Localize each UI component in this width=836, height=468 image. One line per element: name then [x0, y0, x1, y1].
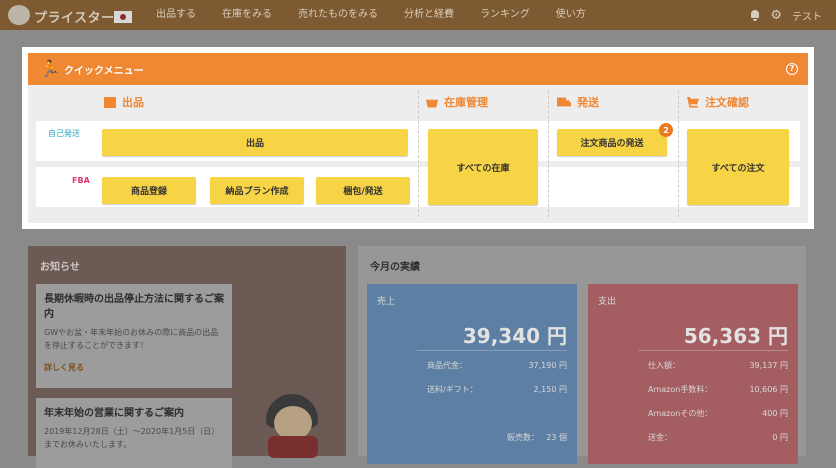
- cost-row: Amazonその他： 400 円: [648, 409, 788, 418]
- cost-row: Amazon手数料： 10,606 円: [648, 385, 788, 394]
- sales-row: 送料/ギフト： 2,150 円: [427, 385, 567, 394]
- section-listing-label: 出品: [122, 96, 144, 109]
- divider: [417, 350, 567, 351]
- nav-item-inventory[interactable]: 在庫をみる: [216, 0, 278, 30]
- news-title: お知らせ: [40, 262, 80, 273]
- cart-icon: [687, 96, 699, 108]
- user-name[interactable]: テスト: [792, 8, 822, 23]
- pack-ship-button[interactable]: 梱包/発送: [316, 177, 410, 204]
- logo-text: プライスター: [34, 11, 115, 26]
- divider: [678, 91, 679, 217]
- delivery-plan-button[interactable]: 納品プラン作成: [210, 177, 304, 204]
- news-item-title: 長期休暇時の出品停止方法に関するご案内: [44, 294, 224, 320]
- nav-item-list[interactable]: 出品する: [150, 0, 202, 30]
- section-shipping: 発送: [557, 94, 599, 110]
- truck-icon: [557, 97, 571, 107]
- news-panel: お知らせ 長期休暇時の出品停止方法に関するご案内 GWやお盆・年末年始のお休みの…: [28, 246, 346, 468]
- quick-menu-panel: 🏃 クイックメニュー ? 出品 在庫管理 発送 注文確認 自己発送 FBA 出品…: [22, 47, 814, 229]
- sales-label: 売上: [377, 297, 396, 307]
- row-label-self-ship: 自己発送: [48, 129, 80, 138]
- cost-total: 56,363 円: [683, 324, 788, 348]
- logo-mascot-icon: [8, 5, 30, 25]
- nav-item-ranking[interactable]: ランキング: [474, 0, 536, 30]
- running-person-icon: 🏃: [40, 59, 60, 78]
- bell-icon[interactable]: [750, 9, 760, 21]
- nav-right: ⚙ テスト: [750, 0, 822, 30]
- list-button[interactable]: 出品: [102, 129, 408, 156]
- section-inventory: 在庫管理: [426, 94, 488, 110]
- nav-item-sold[interactable]: 売れたものをみる: [292, 0, 384, 30]
- all-orders-button[interactable]: すべての注文: [687, 129, 789, 205]
- quick-menu-body: 出品 在庫管理 発送 注文確認 自己発送 FBA 出品 商品登録 納品プラン作成…: [28, 85, 808, 223]
- quick-menu-title: クイックメニュー: [64, 66, 144, 77]
- cost-row: 仕入額： 39,137 円: [648, 361, 788, 370]
- nav-item-analysis[interactable]: 分析と経費: [398, 0, 460, 30]
- gear-icon[interactable]: ⚙: [770, 8, 782, 23]
- divider: [418, 91, 419, 217]
- sales-total: 39,340 円: [462, 324, 567, 348]
- mascot-illustration: [260, 388, 324, 458]
- performance-panel: 今月の実績 売上 39,340 円 商品代金： 37,190 円 送料/ギフト： 2…: [358, 246, 806, 464]
- japan-flag-icon[interactable]: [114, 11, 132, 23]
- store-icon: [104, 96, 116, 108]
- section-orders-label: 注文確認: [705, 96, 749, 109]
- nav-item-howto[interactable]: 使い方: [550, 0, 592, 30]
- sales-row: 販売数： 23 個: [507, 433, 567, 442]
- section-orders: 注文確認: [687, 94, 749, 110]
- divider: [548, 91, 549, 217]
- news-item[interactable]: 長期休暇時の出品停止方法に関するご案内 GWやお盆・年末年始のお休みの際に商品の…: [36, 284, 232, 388]
- read-more-link[interactable]: 詳しく見る: [44, 362, 224, 373]
- sales-card: 売上 39,340 円 商品代金： 37,190 円 送料/ギフト： 2,150 円…: [367, 284, 577, 464]
- cost-card: 支出 56,363 円 仕入額： 39,137 円 Amazon手数料： 10,60…: [588, 284, 798, 464]
- news-item-text: 2019年12月28日（土）～2020年1月5日（日）までお休みいたします。: [44, 427, 220, 449]
- divider: [638, 350, 788, 351]
- news-item-text: GWやお盆・年末年始のお休みの際に商品の出品を停止することができます！: [44, 328, 219, 350]
- news-item-title: 年末年始の営業に関するご案内: [44, 408, 184, 419]
- section-listing: 出品: [104, 94, 144, 110]
- quick-menu-header: 🏃 クイックメニュー ?: [28, 53, 808, 85]
- row-label-fba: FBA: [72, 176, 90, 185]
- all-inventory-button[interactable]: すべての在庫: [428, 129, 538, 205]
- performance-title: 今月の実績: [370, 262, 420, 273]
- notification-badge: 2: [659, 123, 673, 137]
- main-nav: 出品する 在庫をみる 売れたものをみる 分析と経費 ランキング 使い方: [150, 0, 606, 30]
- help-icon[interactable]: ?: [786, 63, 798, 75]
- news-item[interactable]: 年末年始の営業に関するご案内 2019年12月28日（土）～2020年1月5日（…: [36, 398, 232, 468]
- logo[interactable]: プライスター: [8, 4, 132, 26]
- section-shipping-label: 発送: [577, 96, 599, 109]
- top-nav: プライスター 出品する 在庫をみる 売れたものをみる 分析と経費 ランキング 使…: [0, 0, 836, 30]
- cost-row: 送金： 0 円: [648, 433, 788, 442]
- ship-orders-button[interactable]: 注文商品の発送 2: [557, 123, 673, 156]
- section-inventory-label: 在庫管理: [444, 96, 488, 109]
- ship-orders-label: 注文商品の発送: [580, 139, 644, 149]
- product-register-button[interactable]: 商品登録: [102, 177, 196, 204]
- basket-icon: [426, 99, 438, 108]
- cost-label: 支出: [598, 297, 617, 307]
- sales-row: 商品代金： 37,190 円: [427, 361, 567, 370]
